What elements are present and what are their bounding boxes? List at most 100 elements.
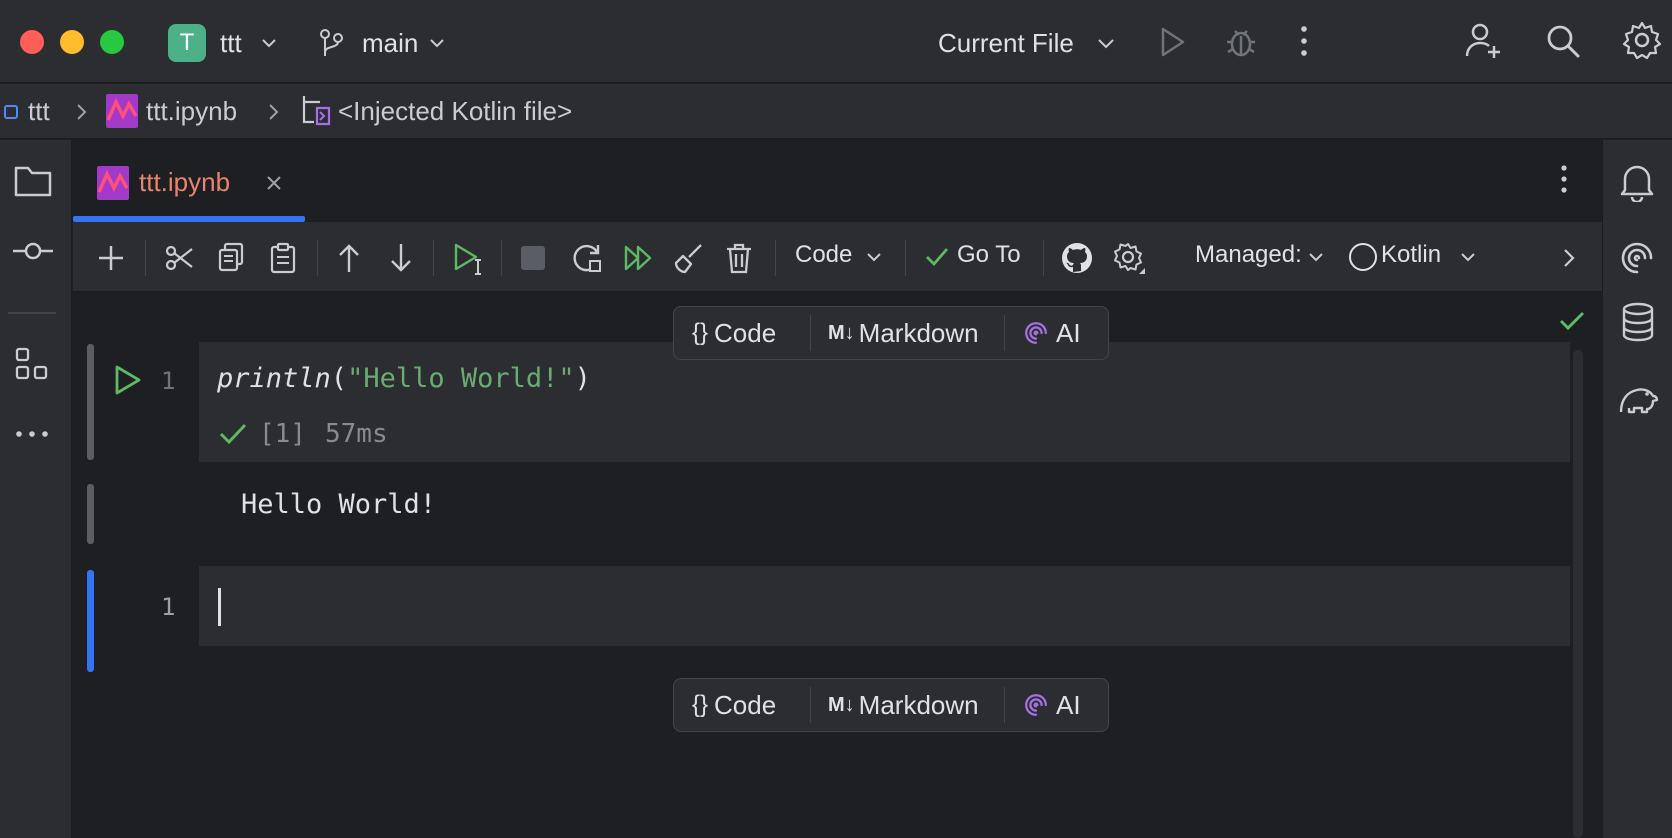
- add-code-cell-button[interactable]: {} Code: [692, 307, 776, 359]
- code-function: println: [217, 363, 331, 394]
- execution-count: [1]: [259, 419, 306, 449]
- managed-server-select[interactable]: Managed:: [1195, 240, 1325, 274]
- injected-file-icon: [302, 96, 331, 126]
- add-ai-label: AI: [1056, 317, 1081, 348]
- code-cell-1[interactable]: [199, 342, 1570, 462]
- toolbar-separator: [317, 240, 318, 276]
- zoom-window-button[interactable]: [100, 30, 124, 54]
- database-icon[interactable]: [1621, 302, 1655, 342]
- stop-kernel-icon[interactable]: [521, 246, 545, 270]
- project-switcher[interactable]: T ttt: [168, 24, 288, 62]
- line-number: 1: [161, 367, 176, 395]
- breadcrumb-item-injected[interactable]: <Injected Kotlin file>: [338, 96, 572, 126]
- add-cell-bar-bottom: {} Code M↓ Markdown AI: [673, 678, 1109, 732]
- chevron-down-icon: [262, 39, 276, 48]
- search-icon[interactable]: [1544, 22, 1582, 60]
- code-paren-open: (: [330, 363, 348, 394]
- notebook-settings-icon[interactable]: [1113, 242, 1147, 276]
- run-all-icon[interactable]: [623, 244, 655, 272]
- minimize-window-button[interactable]: [60, 30, 84, 54]
- code-cell-2[interactable]: [199, 566, 1570, 646]
- kernel-select[interactable]: Kotlin: [1349, 240, 1479, 274]
- copy-icon[interactable]: [217, 242, 245, 274]
- toolbar-separator: [433, 240, 434, 276]
- commit-icon[interactable]: [12, 236, 54, 266]
- code-line[interactable]: println("Hello World!"): [217, 362, 591, 396]
- add-cell-icon[interactable]: [97, 244, 125, 272]
- github-icon[interactable]: [1061, 242, 1093, 274]
- breadcrumb-item-project[interactable]: ttt: [28, 96, 50, 126]
- goto-button[interactable]: Go To: [925, 240, 1035, 274]
- move-cell-down-icon[interactable]: [389, 242, 413, 274]
- add-ai-cell-button[interactable]: AI: [1022, 307, 1081, 359]
- toolbar-separator: [145, 240, 146, 276]
- project-folder-icon[interactable]: [14, 164, 52, 198]
- cell-type-select[interactable]: Code: [795, 240, 885, 274]
- left-tool-strip: [0, 140, 72, 838]
- chevron-right-icon[interactable]: [1561, 246, 1577, 270]
- tab-more-icon[interactable]: [1559, 164, 1569, 194]
- add-cell-bar-top: {} Code M↓ Markdown AI: [673, 306, 1109, 360]
- add-ai-label: AI: [1056, 689, 1081, 720]
- project-name: ttt: [220, 28, 242, 58]
- more-vertical-icon[interactable]: [1298, 24, 1310, 58]
- kernel-status-icon: [1349, 243, 1377, 271]
- paste-icon[interactable]: [269, 242, 297, 274]
- move-cell-up-icon[interactable]: [337, 242, 361, 274]
- active-cell-gutter-bar[interactable]: [87, 570, 94, 672]
- notebook-toolbar: Code Go To Managed: Kotlin: [73, 222, 1602, 292]
- branch-switcher[interactable]: main: [318, 24, 458, 60]
- add-markdown-cell-button[interactable]: M↓ Markdown: [828, 679, 979, 731]
- chevron-right-icon: [269, 104, 279, 120]
- toolbar-separator: [905, 240, 906, 276]
- managed-label: Managed:: [1195, 241, 1302, 268]
- run-icon[interactable]: [1158, 26, 1188, 58]
- cell-type-label: Code: [795, 241, 853, 268]
- kernel-name: Kotlin: [1381, 241, 1442, 268]
- run-cell-icon[interactable]: [453, 242, 487, 276]
- ai-spiral-icon: [1025, 694, 1047, 716]
- vertical-scrollbar[interactable]: [1573, 350, 1583, 838]
- chevron-down-icon: [867, 253, 881, 262]
- restart-kernel-icon[interactable]: [571, 242, 603, 274]
- cell-gutter-bar[interactable]: [87, 344, 94, 460]
- divider: [1004, 687, 1005, 723]
- clear-outputs-icon[interactable]: [673, 242, 705, 274]
- markdown-icon: M↓: [828, 321, 855, 344]
- ai-assistant-icon[interactable]: [1617, 238, 1657, 278]
- inspection-ok-icon: [1559, 311, 1585, 331]
- add-code-cell-button[interactable]: {} Code: [692, 679, 776, 731]
- more-horizontal-icon[interactable]: [14, 428, 50, 440]
- delete-cell-icon[interactable]: [725, 242, 753, 274]
- cut-icon[interactable]: [165, 244, 195, 272]
- ai-spiral-icon: [1025, 322, 1047, 344]
- add-markdown-cell-button[interactable]: M↓ Markdown: [828, 307, 979, 359]
- divider: [810, 687, 811, 723]
- settings-gear-icon[interactable]: [1622, 20, 1662, 60]
- chevron-down-icon: [1098, 39, 1114, 49]
- execution-time: 57ms: [325, 419, 388, 449]
- breadcrumb-item-file[interactable]: ttt.ipynb: [146, 96, 237, 126]
- add-ai-cell-button[interactable]: AI: [1022, 679, 1081, 731]
- toolbar-separator: [501, 240, 502, 276]
- editor-area: ttt.ipynb Code Go To Managed: Kotlin 1 p…: [73, 140, 1602, 838]
- chevron-right-icon: [77, 104, 87, 120]
- tab-ttt-ipynb[interactable]: ttt.ipynb: [73, 140, 305, 222]
- notifications-bell-icon[interactable]: [1619, 162, 1655, 202]
- run-config-label: Current File: [938, 28, 1074, 58]
- divider: [1004, 315, 1005, 351]
- line-number: 1: [161, 593, 176, 621]
- add-user-icon[interactable]: [1464, 20, 1504, 60]
- output-gutter-bar[interactable]: [87, 484, 94, 544]
- code-string: "Hello World!": [347, 363, 575, 394]
- run-config-selector[interactable]: Current File: [938, 24, 1118, 60]
- debug-icon[interactable]: [1224, 24, 1258, 58]
- gradle-elephant-icon[interactable]: [1617, 380, 1659, 416]
- structure-icon[interactable]: [14, 346, 50, 382]
- close-tab-icon[interactable]: [265, 174, 283, 192]
- code-paren-close: ): [574, 363, 591, 394]
- run-cell-gutter-icon[interactable]: [113, 364, 143, 396]
- close-window-button[interactable]: [20, 30, 44, 54]
- execution-success-icon: [219, 423, 247, 445]
- add-markdown-label: Markdown: [858, 689, 979, 720]
